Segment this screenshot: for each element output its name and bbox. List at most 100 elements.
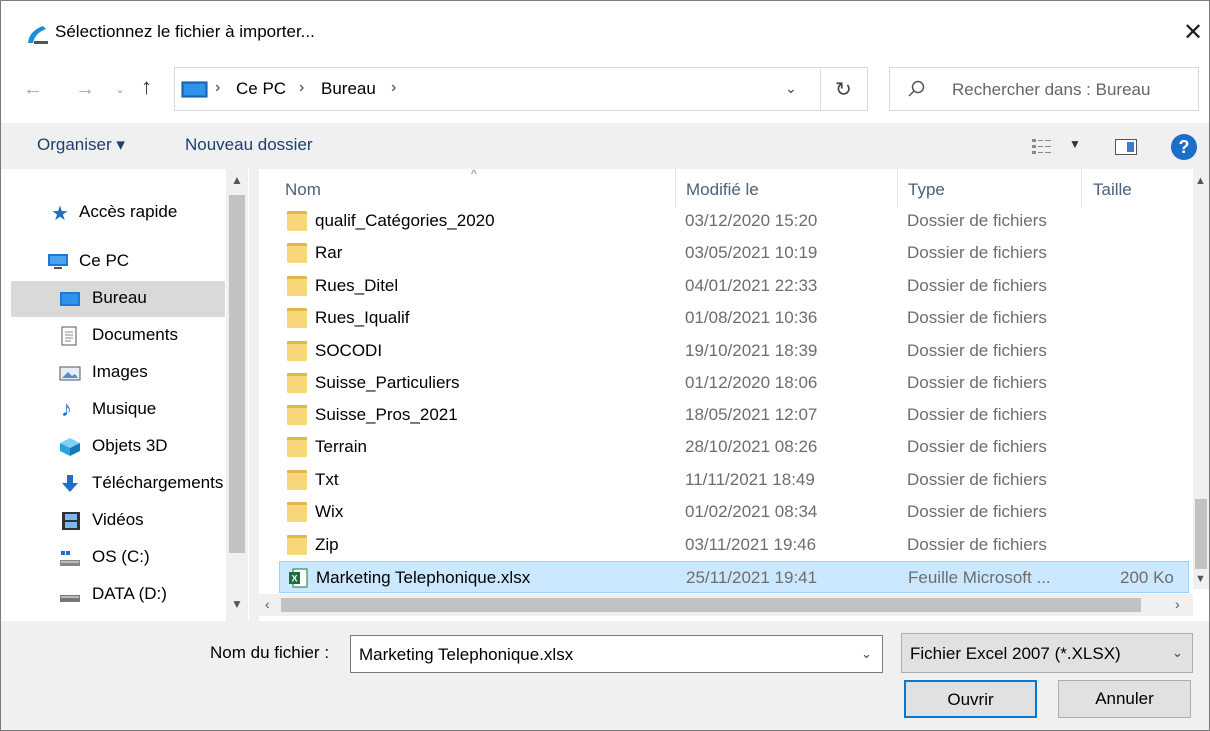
help-icon[interactable]: ? <box>1171 134 1197 160</box>
cancel-button[interactable]: Annuler <box>1058 680 1191 718</box>
filename-value: Marketing Telephonique.xlsx <box>359 645 574 664</box>
file-type: Feuille Microsoft ... <box>908 568 1051 587</box>
column-header-name[interactable]: Nom <box>285 169 675 207</box>
file-name: qualif_Catégories_2020 <box>315 211 495 230</box>
table-row[interactable]: Wix 01/02/2021 08:34 Dossier de fichiers <box>279 496 1189 528</box>
drive-c-icon <box>60 551 80 566</box>
address-row: ← → ⌄ ↑ › Ce PC › Bureau › ⌄ ↻ Recherche… <box>1 65 1209 123</box>
app-icon <box>28 26 48 44</box>
table-row[interactable]: Terrain 28/10/2021 08:26 Dossier de fich… <box>279 431 1189 463</box>
chevron-up-icon[interactable]: ▲ <box>231 173 243 187</box>
preview-pane-icon[interactable] <box>1115 139 1137 155</box>
navigation-scrollbar[interactable]: ▲ ▼ <box>226 169 248 621</box>
nav-item-bureau[interactable]: Bureau <box>11 281 225 317</box>
file-type: Dossier de fichiers <box>907 243 1047 262</box>
chevron-down-icon[interactable]: ▼ <box>1069 137 1081 151</box>
close-icon[interactable]: ✕ <box>1181 19 1205 47</box>
table-row[interactable]: Rues_Ditel 04/01/2021 22:33 Dossier de f… <box>279 270 1189 302</box>
chevron-down-icon[interactable]: ⌄ <box>861 646 872 662</box>
breadcrumb-chevron-icon: › <box>299 79 305 96</box>
breadcrumb-chevron-icon: › <box>215 79 221 96</box>
column-divider[interactable] <box>897 169 898 207</box>
table-row[interactable]: Suisse_Pros_2021 18/05/2021 12:07 Dossie… <box>279 399 1189 431</box>
scrollbar-thumb[interactable] <box>1195 499 1207 569</box>
svg-text:X: X <box>291 574 297 584</box>
back-arrow-icon[interactable]: ← <box>23 77 43 101</box>
open-button[interactable]: Ouvrir <box>904 680 1037 718</box>
file-type: Dossier de fichiers <box>907 308 1047 327</box>
filename-label: Nom du fichier : <box>210 643 330 662</box>
table-row[interactable]: Rues_Iqualif 01/08/2021 10:36 Dossier de… <box>279 302 1189 334</box>
window-title: Sélectionnez le fichier à importer... <box>55 22 315 41</box>
address-bar[interactable]: › Ce PC › Bureau › ⌄ ↻ <box>174 67 868 111</box>
file-name: Zip <box>315 535 339 554</box>
table-row[interactable]: Suisse_Particuliers 01/12/2020 18:06 Dos… <box>279 367 1189 399</box>
column-header-label: Nom <box>285 180 321 199</box>
breadcrumb-ce-pc[interactable]: Ce PC <box>236 79 286 99</box>
table-row[interactable]: SOCODI 19/10/2021 18:39 Dossier de fichi… <box>279 335 1189 367</box>
folder-icon <box>287 535 307 555</box>
folder-icon <box>287 308 307 328</box>
breadcrumb-bureau[interactable]: Bureau <box>321 79 376 99</box>
column-header-type[interactable]: Type <box>908 169 1078 207</box>
chevron-left-icon[interactable]: ‹ <box>265 596 270 612</box>
view-options-icon[interactable] <box>1031 137 1053 155</box>
column-divider[interactable] <box>1081 169 1082 207</box>
chevron-down-icon[interactable]: ⌄ <box>1172 645 1183 661</box>
recent-locations-chevron-icon[interactable]: ⌄ <box>115 77 125 101</box>
chevron-right-icon[interactable]: › <box>1175 596 1180 612</box>
dialog-footer: Nom du fichier : Marketing Telephonique.… <box>1 621 1209 730</box>
up-arrow-icon[interactable]: ↑ <box>141 75 152 99</box>
scrollbar-thumb[interactable] <box>229 195 245 553</box>
folder-icon <box>287 341 307 361</box>
file-name: Txt <box>315 470 339 489</box>
nav-item-downloads[interactable]: Téléchargements <box>41 466 225 502</box>
music-icon: ♪ <box>61 396 72 421</box>
objects3d-icon <box>60 438 80 456</box>
chevron-up-icon[interactable]: ▲ <box>1195 175 1206 187</box>
table-row[interactable]: Rar 03/05/2021 10:19 Dossier de fichiers <box>279 237 1189 269</box>
file-name: Suisse_Pros_2021 <box>315 405 458 424</box>
forward-arrow-icon[interactable]: → <box>75 77 95 101</box>
chevron-down-icon[interactable]: ⌄ <box>785 80 797 97</box>
table-row-selected[interactable]: X Marketing Telephonique.xlsx 25/11/2021… <box>279 561 1189 593</box>
column-header-size[interactable]: Taille <box>1093 169 1189 207</box>
column-header-label: Type <box>908 180 945 199</box>
chevron-down-icon[interactable]: ▼ <box>1195 573 1206 585</box>
star-icon: ★ <box>51 203 69 225</box>
file-type-value: Fichier Excel 2007 (*.XLSX) <box>910 644 1121 663</box>
file-type-select[interactable]: Fichier Excel 2007 (*.XLSX) ⌄ <box>901 633 1193 673</box>
nav-item-label: Téléchargements <box>92 473 224 492</box>
chevron-down-icon[interactable]: ▼ <box>231 597 243 611</box>
column-divider[interactable] <box>675 169 676 207</box>
file-date: 01/08/2021 10:36 <box>685 308 818 327</box>
folder-icon <box>287 211 307 231</box>
table-row[interactable]: Txt 11/11/2021 18:49 Dossier de fichiers <box>279 464 1189 496</box>
refresh-icon[interactable]: ↻ <box>835 77 852 102</box>
file-name: SOCODI <box>315 341 383 360</box>
file-list-vertical-scrollbar[interactable]: ▲ ▼ <box>1193 169 1209 589</box>
file-type: Dossier de fichiers <box>907 437 1047 456</box>
file-type: Dossier de fichiers <box>907 373 1047 392</box>
new-folder-button[interactable]: Nouveau dossier <box>185 135 313 155</box>
search-input[interactable]: Rechercher dans : Bureau <box>889 67 1199 111</box>
file-date: 03/11/2021 19:46 <box>685 535 817 554</box>
navigation-pane: ★ Accès rapide Ce PC Bureau Documents Im… <box>1 169 249 621</box>
scrollbar-thumb[interactable] <box>281 598 1141 612</box>
search-icon <box>908 80 925 97</box>
divider <box>820 68 821 110</box>
organize-button[interactable]: Organiser ▾ <box>37 135 125 155</box>
column-header-modified[interactable]: Modifié le <box>686 169 896 207</box>
file-date: 19/10/2021 18:39 <box>685 341 818 360</box>
file-date: 18/05/2021 12:07 <box>685 405 818 424</box>
column-header-label: Taille <box>1093 180 1132 199</box>
filename-input[interactable]: Marketing Telephonique.xlsx ⌄ <box>350 635 883 673</box>
documents-icon <box>61 326 77 346</box>
table-row[interactable]: Zip 03/11/2021 19:46 Dossier de fichiers <box>279 529 1189 561</box>
table-row[interactable]: qualif_Catégories_2020 03/12/2020 15:20 … <box>279 205 1189 237</box>
breadcrumb-chevron-icon[interactable]: › <box>391 79 396 97</box>
file-list-horizontal-scrollbar[interactable]: ‹ › <box>259 594 1193 616</box>
file-name: Terrain <box>315 437 367 456</box>
search-placeholder: Rechercher dans : Bureau <box>952 80 1151 99</box>
file-type: Dossier de fichiers <box>907 276 1047 295</box>
